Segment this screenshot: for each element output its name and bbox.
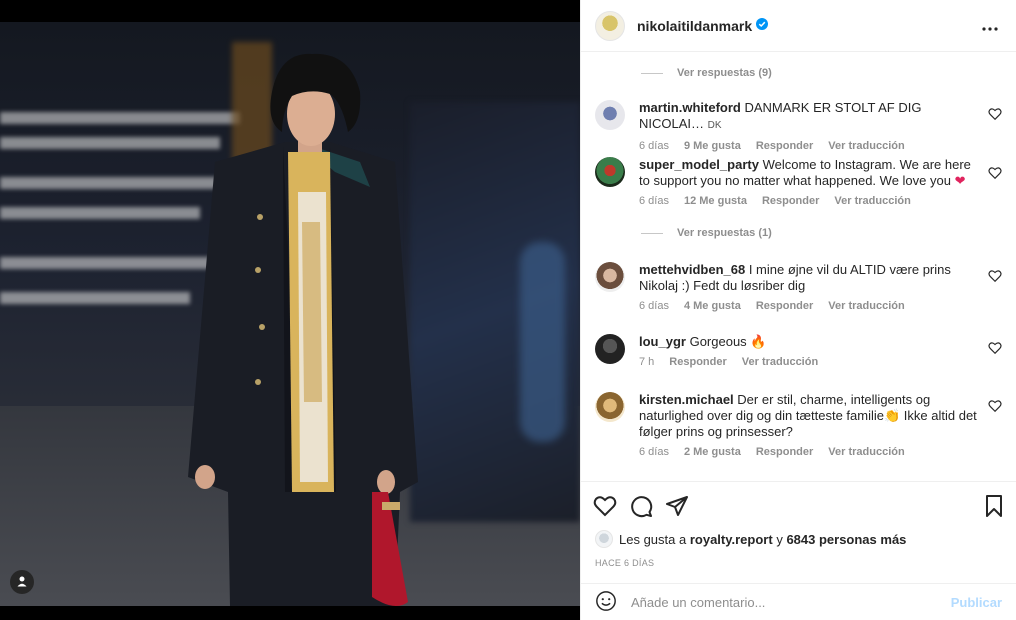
share-icon[interactable]: [665, 494, 691, 520]
commenter-avatar[interactable]: [595, 392, 625, 422]
like-comment-heart-icon[interactable]: [988, 269, 1002, 283]
post-photo[interactable]: [0, 22, 580, 606]
commenter-username[interactable]: mettehvidben_68: [639, 262, 745, 277]
comment-item: lou_ygr Gorgeous 🔥 7 h Responder Ver tra…: [595, 334, 1002, 368]
commenter-avatar[interactable]: [595, 157, 625, 187]
more-horizontal-icon: [982, 19, 998, 34]
commenter-username[interactable]: super_model_party: [639, 157, 759, 172]
fire-emoji-icon: 🔥: [750, 334, 767, 349]
comment-time[interactable]: 6 días: [639, 140, 669, 152]
translate-button[interactable]: Ver traducción: [828, 140, 904, 152]
comment-item: kirsten.michael Der er stil, charme, int…: [595, 392, 1002, 458]
post-date[interactable]: HACE 6 DÍAS: [595, 558, 654, 568]
author-username[interactable]: nikolaitildanmark: [637, 18, 752, 34]
comment-time[interactable]: 6 días: [639, 446, 669, 458]
verified-badge-icon: [752, 18, 769, 33]
likes-prefix: Les gusta a: [619, 531, 687, 547]
comment-item: mettehvidben_68 I mine øjne vil du ALTID…: [595, 262, 1002, 312]
comment-likes[interactable]: 2 Me gusta: [684, 446, 741, 458]
comment-likes[interactable]: 4 Me gusta: [684, 300, 741, 312]
runway-model-figure: [188, 53, 418, 606]
translate-button[interactable]: Ver traducción: [834, 195, 910, 207]
view-replies-label: Ver respuestas (9): [677, 67, 772, 79]
bookmark-icon[interactable]: [982, 494, 1008, 520]
user-icon: [16, 575, 28, 590]
comments-list[interactable]: Ver respuestas (9) martin.whiteford DANM…: [581, 52, 1016, 480]
commenter-avatar[interactable]: [595, 334, 625, 364]
liker-avatar[interactable]: [595, 530, 613, 548]
commenter-username[interactable]: martin.whiteford: [639, 100, 741, 115]
translate-button[interactable]: Ver traducción: [742, 356, 818, 368]
translate-button[interactable]: Ver traducción: [828, 300, 904, 312]
post-sidebar: nikolaitildanmark Ver respuestas (9) mar…: [580, 0, 1016, 620]
red-heart-emoji-icon: ❤: [954, 173, 966, 188]
likes-joiner: y: [776, 531, 783, 547]
comment-time[interactable]: 7 h: [639, 356, 654, 368]
translate-button[interactable]: Ver traducción: [828, 446, 904, 458]
post-actions: Les gusta a royalty.report y 6843 person…: [581, 481, 1016, 581]
add-comment-bar: Publicar: [581, 583, 1016, 620]
commenter-avatar[interactable]: [595, 100, 625, 130]
reply-button[interactable]: Responder: [762, 195, 819, 207]
author-avatar[interactable]: [595, 10, 625, 41]
commenter-username[interactable]: lou_ygr: [639, 334, 686, 349]
reply-button[interactable]: Responder: [756, 300, 813, 312]
like-comment-heart-icon[interactable]: [988, 107, 1002, 121]
commenter-username[interactable]: kirsten.michael: [639, 392, 734, 407]
flag-text: DK: [707, 120, 722, 131]
reply-button[interactable]: Responder: [756, 446, 813, 458]
like-comment-heart-icon[interactable]: [988, 166, 1002, 180]
post-media: [0, 0, 580, 620]
likes-others-link[interactable]: 6843 personas más: [786, 532, 906, 547]
comment-likes[interactable]: 9 Me gusta: [684, 140, 741, 152]
liker-username[interactable]: royalty.report: [690, 532, 773, 547]
view-replies-button[interactable]: Ver respuestas (1): [641, 227, 772, 239]
reply-button[interactable]: Responder: [669, 356, 726, 368]
clapping-hands-emoji-icon: 👏: [883, 408, 901, 423]
instagram-post-view: nikolaitildanmark Ver respuestas (9) mar…: [0, 0, 1016, 620]
more-options-button[interactable]: [978, 14, 1002, 38]
commenter-avatar[interactable]: [595, 262, 625, 292]
like-comment-heart-icon[interactable]: [988, 399, 1002, 413]
comment-time[interactable]: 6 días: [639, 195, 669, 207]
like-comment-heart-icon[interactable]: [988, 341, 1002, 355]
comment-item: super_model_party Welcome to Instagram. …: [595, 157, 1002, 207]
comment-input[interactable]: [631, 594, 951, 610]
comment-text: Gorgeous: [689, 334, 747, 349]
comment-likes[interactable]: 12 Me gusta: [684, 195, 747, 207]
likes-summary: Les gusta a royalty.report y 6843 person…: [595, 530, 906, 548]
heart-icon[interactable]: [593, 494, 619, 520]
view-replies-button[interactable]: Ver respuestas (9): [641, 67, 772, 79]
view-replies-label: Ver respuestas (1): [677, 227, 772, 239]
comment-time[interactable]: 6 días: [639, 300, 669, 312]
comment-item: martin.whiteford DANMARK ER STOLT AF DIG…: [595, 100, 1002, 152]
publish-button[interactable]: Publicar: [951, 595, 1002, 610]
post-header: nikolaitildanmark: [581, 0, 1016, 52]
emoji-icon[interactable]: [595, 590, 617, 615]
reply-button[interactable]: Responder: [756, 140, 813, 152]
comment-icon[interactable]: [629, 494, 655, 520]
tagged-users-button[interactable]: [10, 570, 34, 594]
